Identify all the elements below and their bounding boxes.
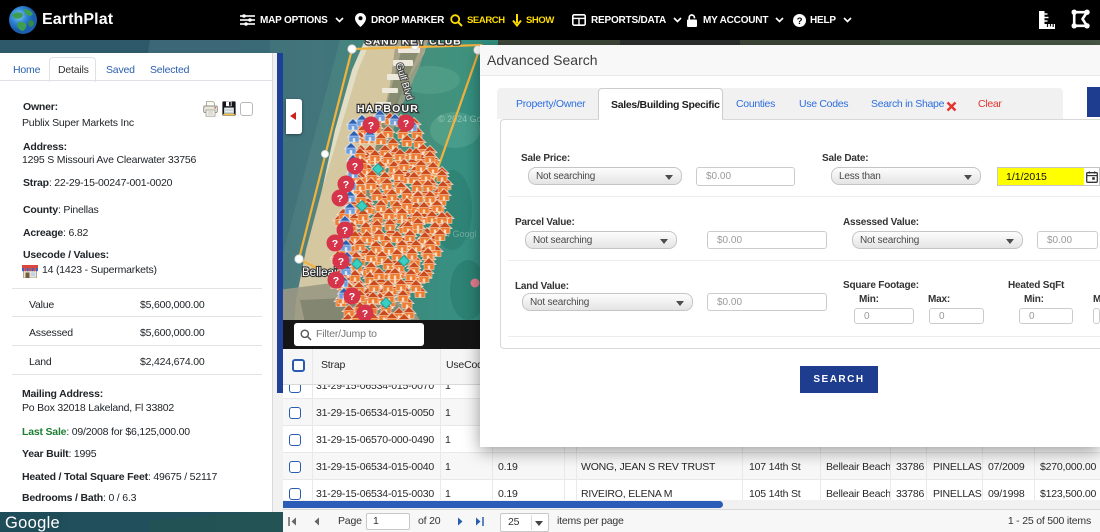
svg-text:SAND KEY CLUB: SAND KEY CLUB xyxy=(365,40,462,48)
svg-text:HARBOUR: HARBOUR xyxy=(357,103,419,115)
svg-text:Google: Google xyxy=(5,514,60,532)
svg-text:?: ? xyxy=(797,15,803,26)
